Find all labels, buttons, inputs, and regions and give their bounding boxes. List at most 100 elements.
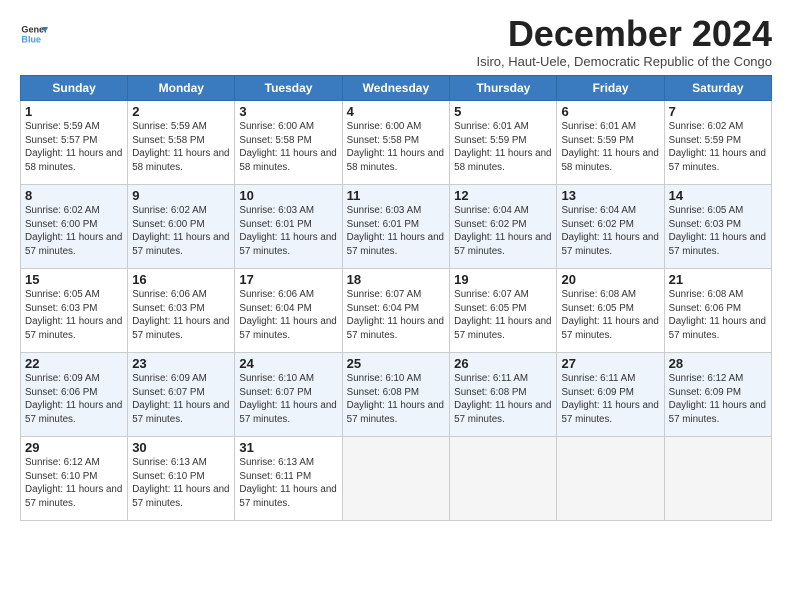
day-info: Sunrise: 6:03 AMSunset: 6:01 PMDaylight:… [347,204,446,259]
day-number: 21 [669,272,767,287]
calendar-cell: 27Sunrise: 6:11 AMSunset: 6:09 PMDayligh… [557,353,664,437]
day-number: 31 [239,440,337,455]
weekday-header: Wednesday [342,76,450,101]
calendar-cell: 5Sunrise: 6:01 AMSunset: 5:59 PMDaylight… [450,101,557,185]
month-title: December 2024 [476,16,772,52]
day-info: Sunrise: 6:12 AMSunset: 6:09 PMDaylight:… [669,372,767,427]
calendar-cell: 16Sunrise: 6:06 AMSunset: 6:03 PMDayligh… [128,269,235,353]
day-number: 17 [239,272,337,287]
calendar-cell: 22Sunrise: 6:09 AMSunset: 6:06 PMDayligh… [21,353,128,437]
day-info: Sunrise: 6:01 AMSunset: 5:59 PMDaylight:… [454,120,552,175]
day-number: 23 [132,356,230,371]
day-info: Sunrise: 6:03 AMSunset: 6:01 PMDaylight:… [239,204,337,259]
weekday-header: Monday [128,76,235,101]
calendar-cell: 19Sunrise: 6:07 AMSunset: 6:05 PMDayligh… [450,269,557,353]
day-number: 22 [25,356,123,371]
calendar-cell: 1Sunrise: 5:59 AMSunset: 5:57 PMDaylight… [21,101,128,185]
weekday-header: Saturday [664,76,771,101]
day-number: 24 [239,356,337,371]
calendar-header-row: SundayMondayTuesdayWednesdayThursdayFrid… [21,76,772,101]
calendar-cell: 3Sunrise: 6:00 AMSunset: 5:58 PMDaylight… [235,101,342,185]
calendar-cell: 11Sunrise: 6:03 AMSunset: 6:01 PMDayligh… [342,185,450,269]
day-number: 9 [132,188,230,203]
calendar-cell: 28Sunrise: 6:12 AMSunset: 6:09 PMDayligh… [664,353,771,437]
calendar-week-row: 29Sunrise: 6:12 AMSunset: 6:10 PMDayligh… [21,437,772,521]
day-number: 4 [347,104,446,119]
day-info: Sunrise: 6:04 AMSunset: 6:02 PMDaylight:… [561,204,659,259]
day-info: Sunrise: 5:59 AMSunset: 5:58 PMDaylight:… [132,120,230,175]
day-number: 30 [132,440,230,455]
day-info: Sunrise: 6:12 AMSunset: 6:10 PMDaylight:… [25,456,123,511]
day-info: Sunrise: 6:05 AMSunset: 6:03 PMDaylight:… [25,288,123,343]
day-info: Sunrise: 6:08 AMSunset: 6:05 PMDaylight:… [561,288,659,343]
day-info: Sunrise: 6:05 AMSunset: 6:03 PMDaylight:… [669,204,767,259]
calendar-cell [342,437,450,521]
day-info: Sunrise: 6:07 AMSunset: 6:04 PMDaylight:… [347,288,446,343]
calendar-cell: 4Sunrise: 6:00 AMSunset: 5:58 PMDaylight… [342,101,450,185]
day-info: Sunrise: 6:02 AMSunset: 6:00 PMDaylight:… [25,204,123,259]
calendar-week-row: 8Sunrise: 6:02 AMSunset: 6:00 PMDaylight… [21,185,772,269]
day-number: 29 [25,440,123,455]
day-info: Sunrise: 6:01 AMSunset: 5:59 PMDaylight:… [561,120,659,175]
calendar-cell: 29Sunrise: 6:12 AMSunset: 6:10 PMDayligh… [21,437,128,521]
calendar-cell: 12Sunrise: 6:04 AMSunset: 6:02 PMDayligh… [450,185,557,269]
day-number: 10 [239,188,337,203]
day-number: 26 [454,356,552,371]
svg-text:Blue: Blue [21,34,41,44]
day-number: 18 [347,272,446,287]
day-info: Sunrise: 6:04 AMSunset: 6:02 PMDaylight:… [454,204,552,259]
day-number: 13 [561,188,659,203]
calendar-cell: 26Sunrise: 6:11 AMSunset: 6:08 PMDayligh… [450,353,557,437]
calendar-week-row: 22Sunrise: 6:09 AMSunset: 6:06 PMDayligh… [21,353,772,437]
day-info: Sunrise: 6:00 AMSunset: 5:58 PMDaylight:… [239,120,337,175]
calendar-cell: 31Sunrise: 6:13 AMSunset: 6:11 PMDayligh… [235,437,342,521]
calendar-cell: 20Sunrise: 6:08 AMSunset: 6:05 PMDayligh… [557,269,664,353]
calendar: SundayMondayTuesdayWednesdayThursdayFrid… [20,75,772,521]
header: General Blue December 2024 Isiro, Haut-U… [20,16,772,69]
calendar-cell: 8Sunrise: 6:02 AMSunset: 6:00 PMDaylight… [21,185,128,269]
weekday-header: Tuesday [235,76,342,101]
calendar-cell: 14Sunrise: 6:05 AMSunset: 6:03 PMDayligh… [664,185,771,269]
day-number: 28 [669,356,767,371]
calendar-cell: 17Sunrise: 6:06 AMSunset: 6:04 PMDayligh… [235,269,342,353]
day-info: Sunrise: 6:10 AMSunset: 6:08 PMDaylight:… [347,372,446,427]
calendar-cell: 13Sunrise: 6:04 AMSunset: 6:02 PMDayligh… [557,185,664,269]
calendar-cell: 30Sunrise: 6:13 AMSunset: 6:10 PMDayligh… [128,437,235,521]
day-info: Sunrise: 6:09 AMSunset: 6:07 PMDaylight:… [132,372,230,427]
day-info: Sunrise: 6:09 AMSunset: 6:06 PMDaylight:… [25,372,123,427]
day-info: Sunrise: 6:02 AMSunset: 6:00 PMDaylight:… [132,204,230,259]
day-number: 14 [669,188,767,203]
calendar-cell: 21Sunrise: 6:08 AMSunset: 6:06 PMDayligh… [664,269,771,353]
logo: General Blue [20,20,48,48]
weekday-header: Sunday [21,76,128,101]
day-info: Sunrise: 6:02 AMSunset: 5:59 PMDaylight:… [669,120,767,175]
day-number: 6 [561,104,659,119]
day-number: 15 [25,272,123,287]
calendar-cell [557,437,664,521]
logo-icon: General Blue [20,20,48,48]
day-info: Sunrise: 6:06 AMSunset: 6:03 PMDaylight:… [132,288,230,343]
calendar-cell: 10Sunrise: 6:03 AMSunset: 6:01 PMDayligh… [235,185,342,269]
calendar-cell [664,437,771,521]
day-number: 11 [347,188,446,203]
calendar-week-row: 15Sunrise: 6:05 AMSunset: 6:03 PMDayligh… [21,269,772,353]
day-number: 7 [669,104,767,119]
calendar-cell: 23Sunrise: 6:09 AMSunset: 6:07 PMDayligh… [128,353,235,437]
calendar-cell: 9Sunrise: 6:02 AMSunset: 6:00 PMDaylight… [128,185,235,269]
day-number: 16 [132,272,230,287]
day-number: 5 [454,104,552,119]
day-number: 3 [239,104,337,119]
day-info: Sunrise: 6:10 AMSunset: 6:07 PMDaylight:… [239,372,337,427]
day-number: 19 [454,272,552,287]
day-info: Sunrise: 6:11 AMSunset: 6:09 PMDaylight:… [561,372,659,427]
calendar-week-row: 1Sunrise: 5:59 AMSunset: 5:57 PMDaylight… [21,101,772,185]
day-info: Sunrise: 6:13 AMSunset: 6:11 PMDaylight:… [239,456,337,511]
day-number: 2 [132,104,230,119]
calendar-cell: 15Sunrise: 6:05 AMSunset: 6:03 PMDayligh… [21,269,128,353]
calendar-cell: 25Sunrise: 6:10 AMSunset: 6:08 PMDayligh… [342,353,450,437]
day-info: Sunrise: 6:08 AMSunset: 6:06 PMDaylight:… [669,288,767,343]
weekday-header: Thursday [450,76,557,101]
calendar-cell: 24Sunrise: 6:10 AMSunset: 6:07 PMDayligh… [235,353,342,437]
calendar-cell [450,437,557,521]
day-info: Sunrise: 6:06 AMSunset: 6:04 PMDaylight:… [239,288,337,343]
